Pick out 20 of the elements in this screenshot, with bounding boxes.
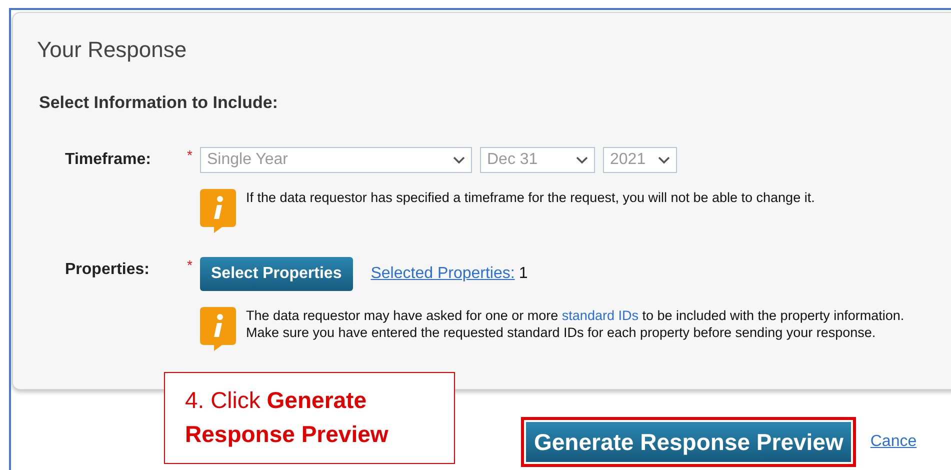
info-icon bbox=[200, 307, 236, 351]
section-heading: Select Information to Include: bbox=[39, 93, 279, 113]
info-icon bbox=[200, 189, 236, 233]
select-properties-button[interactable]: Select Properties bbox=[200, 257, 353, 291]
field-label: Properties: bbox=[65, 260, 150, 280]
field-label: Timeframe: bbox=[65, 150, 152, 170]
chevron-down-icon bbox=[658, 156, 670, 164]
selected-properties-link[interactable]: Selected Properties: bbox=[370, 265, 515, 283]
chevron-down-icon bbox=[576, 156, 588, 164]
selected-count: 1 bbox=[518, 265, 528, 283]
required-mark: * bbox=[187, 257, 194, 275]
generate-response-preview-button[interactable]: Generate Response Preview bbox=[526, 422, 852, 462]
cancel-link[interactable]: Cance bbox=[870, 433, 917, 451]
chevron-down-icon bbox=[453, 156, 465, 164]
info-text: If the data requestor has specified a timeframe for the request, you will not be able to change it. bbox=[246, 189, 816, 207]
panel-title: Your Response bbox=[37, 37, 188, 63]
required-mark: * bbox=[187, 147, 194, 165]
instruction-callout: 4. Click Generate Response Preview bbox=[164, 372, 455, 464]
info-text: The data requestor may have asked for one or more standard IDs to be included with the property information. Make sure you have entered the requested standard IDs for each property before sending your response. bbox=[246, 307, 906, 342]
standard-ids-link[interactable]: standard IDs bbox=[562, 308, 638, 323]
